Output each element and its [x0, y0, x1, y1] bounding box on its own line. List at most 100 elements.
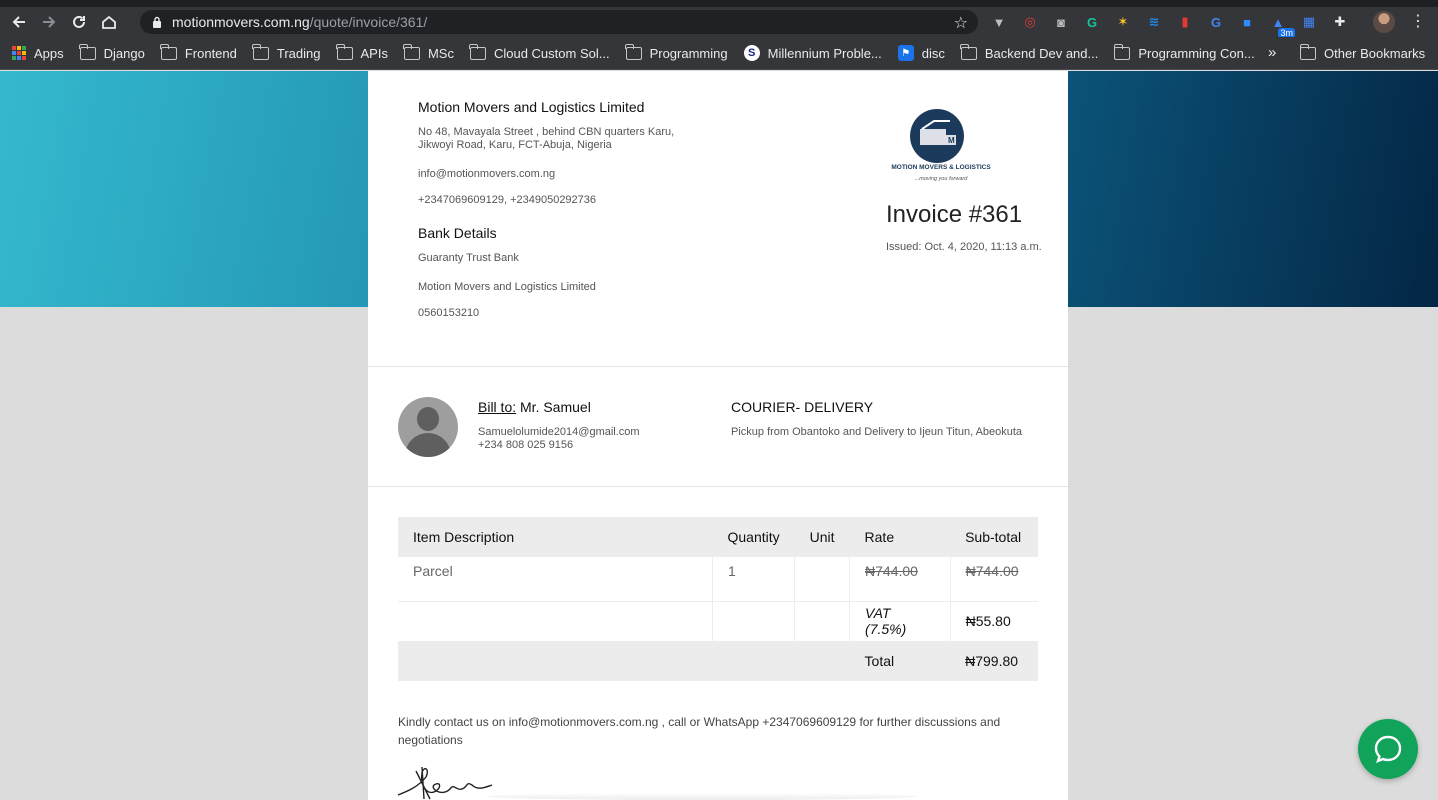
more-menu-icon[interactable]: ⋮ [1410, 11, 1426, 31]
vat-row: VAT (7.5%) ₦55.80 [398, 600, 1038, 641]
puzzle-icon[interactable]: ✚ [1329, 11, 1351, 33]
bank-account-number: 0560153210 [418, 307, 480, 319]
bookmark-label: Frontend [184, 45, 237, 61]
item-subtotal: ₦744.00 [965, 563, 1019, 579]
bookmark-item[interactable]: ⚑ disc [897, 45, 945, 61]
logo-emblem: M [910, 109, 964, 163]
other-bookmarks[interactable]: Other Bookmarks [1299, 37, 1438, 70]
folder-icon [160, 43, 177, 60]
reminder-icon[interactable]: ▲ 3m [1267, 11, 1295, 38]
bookmark-label: Backend Dev and... [984, 45, 1099, 61]
service-description: Pickup from Obantoko and Delivery to Ije… [731, 426, 1023, 438]
grammarly-icon[interactable]: G [1081, 11, 1103, 33]
item-unit [794, 557, 851, 601]
bill-to-label: Bill to: [478, 399, 517, 415]
company-name: Motion Movers and Logistics Limited [418, 99, 645, 115]
address-bar[interactable]: motionmovers.com.ng/quote/invoice/361/ ☆ [140, 10, 978, 34]
url-path: /quote/invoice/361/ [309, 14, 428, 30]
extension-star-icon[interactable]: ✶ [1112, 11, 1134, 33]
item-rate: ₦744.00 [849, 557, 951, 601]
bookmark-red-icon[interactable]: ▮ [1174, 11, 1196, 33]
bookmark-item[interactable]: Programming Con... [1113, 43, 1255, 61]
site-favicon-icon: S [743, 45, 760, 61]
contact-note: Kindly contact us on info@motionmovers.c… [398, 715, 1001, 747]
zoom-icon[interactable]: ■ [1236, 11, 1258, 33]
extensions-bar: ▼ ◎ ◙ G ✶ ≋ ▮ G ■ ▲ 3m ▦ ✚ [988, 7, 1351, 38]
bookmark-star-icon[interactable]: ☆ [954, 13, 968, 33]
bookmark-item[interactable]: Apps [12, 46, 64, 61]
extension-red-icon[interactable]: ◎ [1019, 11, 1041, 33]
company-email: info@motionmovers.com.ng [418, 168, 556, 180]
forward-button[interactable] [34, 7, 64, 37]
company-logo: M MOTION MOVERS & LOGISTICS ...moving yo… [886, 107, 996, 185]
profile-avatar[interactable] [1373, 11, 1395, 33]
total-label: Total [849, 641, 951, 681]
bookmark-item[interactable]: Django [79, 43, 145, 61]
arrow-left-icon [12, 16, 25, 28]
bookmark-item[interactable]: Frontend [160, 43, 237, 61]
translate-icon[interactable]: G [1205, 11, 1227, 33]
window-frame [0, 0, 1438, 7]
lock-icon [153, 16, 161, 28]
chat-button[interactable] [1358, 719, 1418, 779]
header-subtotal: Sub-total [950, 517, 1038, 557]
chat-bubble-icon [1374, 735, 1402, 764]
wifi-signal-icon[interactable]: ≋ [1143, 11, 1165, 33]
bookmark-item[interactable]: Cloud Custom Sol... [469, 43, 610, 61]
customer-phone: +234 808 025 9156 [478, 439, 574, 451]
grid-extension-icon[interactable]: ▦ [1298, 11, 1320, 33]
vat-label: VAT (7.5%) [849, 600, 951, 641]
invoice-card: Motion Movers and Logistics Limited No 4… [368, 71, 1068, 800]
bookmark-item[interactable]: Programming [625, 43, 728, 61]
other-bookmarks-label: Other Bookmarks [1324, 46, 1426, 61]
folder-icon [79, 43, 96, 60]
customer-email: Samuelolumide2014@gmail.com [478, 426, 640, 438]
bookmark-item[interactable]: MSc [403, 43, 454, 61]
total-row: Total ₦799.80 [398, 641, 1038, 681]
svg-text:M: M [948, 136, 955, 145]
bookmark-item[interactable]: Backend Dev and... [960, 43, 1099, 61]
arrow-right-icon [43, 16, 56, 28]
camera-icon[interactable]: ◙ [1050, 11, 1072, 33]
flag-icon: ⚑ [897, 45, 914, 61]
section-divider [368, 486, 1068, 487]
bookmark-item[interactable]: S Millennium Proble... [743, 45, 882, 61]
bank-name: Guaranty Trust Bank [418, 252, 519, 264]
item-description: Parcel [398, 557, 713, 601]
table-row: Parcel 1 ₦744.00 ₦744.00 [398, 557, 1038, 601]
bookmark-label: Programming Con... [1138, 45, 1255, 61]
reload-button[interactable] [64, 7, 94, 37]
items-table: Item Description Quantity Unit Rate Sub-… [398, 517, 1038, 681]
folder-icon [625, 43, 642, 60]
bookmark-label: disc [921, 45, 945, 61]
bookmark-label: Programming [649, 45, 728, 61]
reload-icon [73, 15, 85, 28]
home-icon [102, 15, 116, 29]
bookmark-label: MSc [427, 45, 454, 61]
folder-icon [960, 43, 977, 60]
vuetools-icon[interactable]: ▼ [988, 11, 1010, 33]
bookmarks-overflow-button[interactable]: » [1268, 44, 1276, 61]
bank-account-name: Motion Movers and Logistics Limited [418, 281, 596, 293]
bookmarks-bar: Apps Django Frontend Trading APIs MSc Cloud Cu… [0, 37, 1438, 70]
table-header-row: Item Description Quantity Unit Rate Sub-… [398, 517, 1038, 557]
home-button[interactable] [94, 7, 124, 37]
folder-icon [336, 43, 353, 60]
bookmark-item[interactable]: Trading [252, 43, 321, 61]
service-title: COURIER- DELIVERY [731, 399, 874, 415]
bookmark-item[interactable]: APIs [336, 43, 388, 61]
header-unit: Unit [794, 517, 850, 557]
folder-icon [1113, 43, 1131, 60]
browser-toolbar: motionmovers.com.ng/quote/invoice/361/ ☆… [0, 7, 1438, 38]
bookmark-label: Cloud Custom Sol... [493, 45, 610, 61]
total-value: ₦799.80 [950, 641, 1038, 681]
back-button[interactable] [4, 7, 34, 37]
header-rate: Rate [849, 517, 951, 557]
header-item-description: Item Description [398, 517, 713, 557]
truck-icon: M [920, 120, 956, 145]
customer-avatar [398, 397, 458, 457]
url-host: motionmovers.com.ng [172, 14, 310, 30]
folder-icon [252, 43, 269, 60]
section-divider [368, 366, 1068, 367]
bookmarks-list: Apps Django Frontend Trading APIs MSc Cloud Cu… [12, 43, 1271, 61]
